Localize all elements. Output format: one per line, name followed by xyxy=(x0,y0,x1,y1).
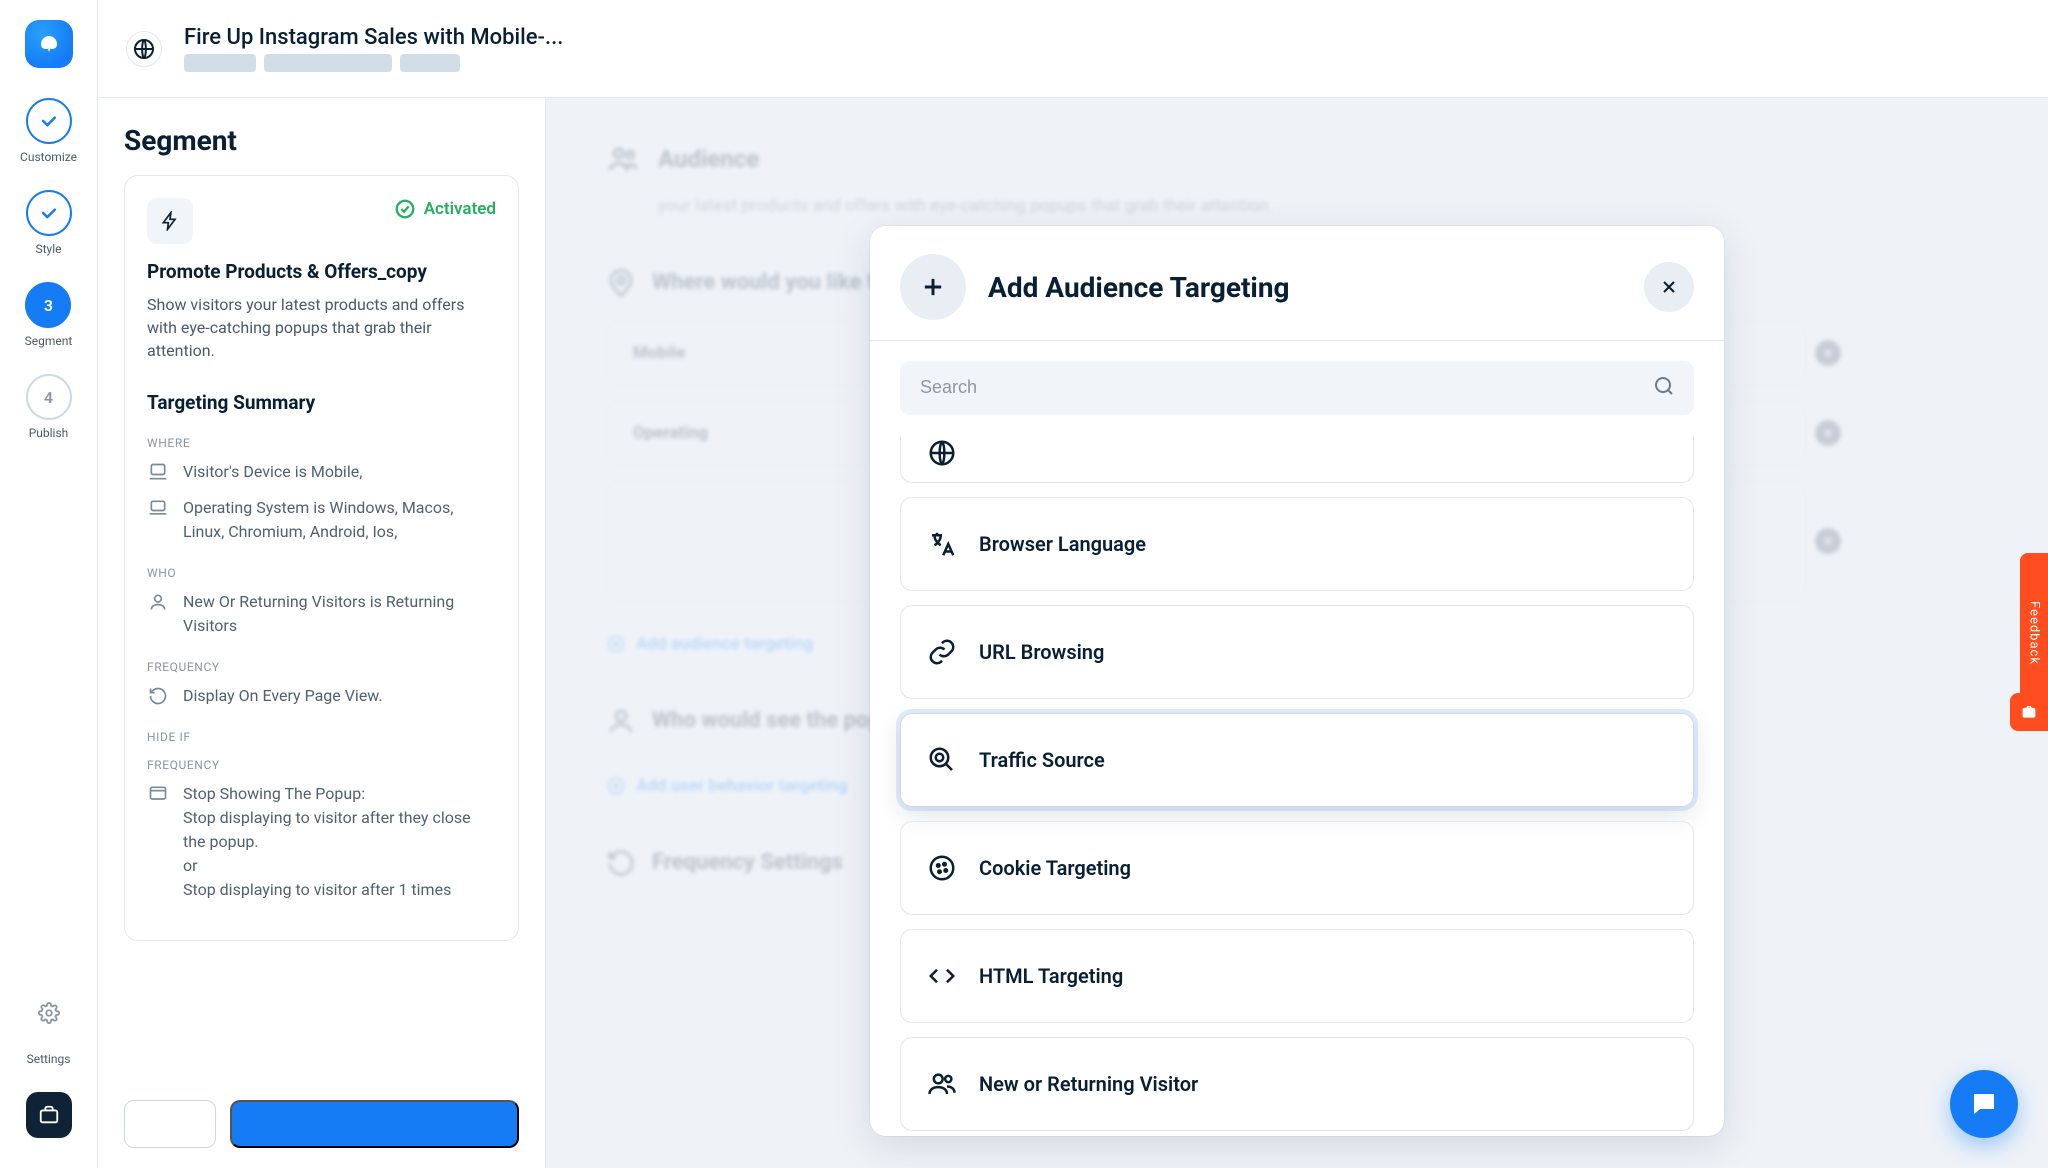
stop-line-2: Stop displaying to visitor after 1 times xyxy=(183,880,451,899)
search-field xyxy=(900,361,1694,415)
option-label: Traffic Source xyxy=(979,748,1105,772)
globe-icon[interactable] xyxy=(126,31,162,67)
rail-step-segment[interactable]: 3 Segment xyxy=(25,282,73,348)
sidebar-heading: Segment xyxy=(124,124,519,157)
language-icon xyxy=(925,527,959,561)
option-label: Cookie Targeting xyxy=(979,856,1131,880)
segment-sidebar: Segment Activated Promote Products & Off… xyxy=(98,98,546,1168)
option-cookie-targeting[interactable]: Cookie Targeting xyxy=(900,821,1694,915)
rail-step-publish[interactable]: 4 Publish xyxy=(26,374,72,440)
add-targeting-modal: Add Audience Targeting xyxy=(870,226,1724,1136)
rail-settings[interactable]: Settings xyxy=(26,990,72,1066)
option-new-returning[interactable]: New or Returning Visitor xyxy=(900,1037,1694,1131)
step-number: 4 xyxy=(26,374,72,420)
stop-line-1: Stop displaying to visitor after they cl… xyxy=(183,808,471,851)
next-button[interactable] xyxy=(230,1100,519,1148)
summary-label-freq2: FREQUENCY xyxy=(147,758,496,772)
summary-label-hide: Hide if xyxy=(147,730,496,744)
search-input[interactable] xyxy=(900,361,1694,415)
option-traffic-source[interactable]: Traffic Source xyxy=(900,713,1694,807)
rail-label: Publish xyxy=(29,426,69,440)
breadcrumb xyxy=(184,54,563,72)
user-icon xyxy=(147,592,169,614)
code-icon xyxy=(925,959,959,993)
bolt-icon xyxy=(147,198,193,244)
app-logo[interactable] xyxy=(25,20,73,68)
summary-label-who: WHO xyxy=(147,566,496,580)
check-icon xyxy=(26,190,72,236)
rail-label: Customize xyxy=(20,150,77,164)
step-number: 3 xyxy=(25,282,71,328)
globe-icon xyxy=(925,436,959,470)
summary-row-stop: Stop Showing The Popup: Stop displaying … xyxy=(147,782,496,902)
device-icon xyxy=(147,462,169,484)
chat-fab[interactable] xyxy=(1950,1070,2018,1138)
rail-label: Settings xyxy=(27,1052,71,1066)
left-rail: Customize Style 3 Segment 4 Publish Sett… xyxy=(0,0,98,1168)
page-title: Fire Up Instagram Sales with Mobile-... xyxy=(184,25,563,50)
users-icon xyxy=(925,1067,959,1101)
option-partial-top[interactable] xyxy=(900,437,1694,483)
popup-icon xyxy=(147,784,169,806)
topbar: Fire Up Instagram Sales with Mobile-... xyxy=(98,0,2048,98)
rail-step-style[interactable]: Style xyxy=(26,190,72,256)
feedback-capture-icon[interactable] xyxy=(2010,693,2048,731)
option-label: URL Browsing xyxy=(979,640,1104,664)
card-description: Show visitors your latest products and o… xyxy=(147,293,496,363)
traffic-icon xyxy=(925,743,959,777)
option-url-browsing[interactable]: URL Browsing xyxy=(900,605,1694,699)
summary-row-os: Operating System is Windows, Macos, Linu… xyxy=(147,496,496,544)
summary-row-display: Display On Every Page View. xyxy=(147,684,496,708)
refresh-icon xyxy=(147,686,169,708)
option-label: Browser Language xyxy=(979,532,1146,556)
laptop-icon xyxy=(147,498,169,520)
cookie-icon xyxy=(925,851,959,885)
summary-title: Targeting Summary xyxy=(147,391,496,414)
segment-card: Activated Promote Products & Offers_copy… xyxy=(124,175,519,941)
modal-title: Add Audience Targeting xyxy=(988,271,1622,304)
feedback-tab[interactable]: Feedback xyxy=(2020,553,2048,713)
canvas-area: Audience your latest products and offers… xyxy=(546,98,2048,1168)
summary-row-visitor: New Or Returning Visitors is Returning V… xyxy=(147,590,496,638)
option-html-targeting[interactable]: HTML Targeting xyxy=(900,929,1694,1023)
close-button[interactable] xyxy=(1644,262,1694,312)
option-browser-language[interactable]: Browser Language xyxy=(900,497,1694,591)
briefcase-icon[interactable] xyxy=(26,1092,72,1138)
rail-step-customize[interactable]: Customize xyxy=(20,98,77,164)
rail-label: Style xyxy=(35,242,61,256)
stop-or: or xyxy=(183,856,198,875)
status-text: Activated xyxy=(424,199,496,219)
summary-row-device: Visitor's Device is Mobile, xyxy=(147,460,496,484)
rail-label: Segment xyxy=(25,334,73,348)
card-title: Promote Products & Offers_copy xyxy=(147,260,496,283)
stop-title: Stop Showing The Popup: xyxy=(183,784,365,803)
option-label: HTML Targeting xyxy=(979,964,1123,988)
summary-label-where: WHERE xyxy=(147,436,496,450)
back-button[interactable] xyxy=(124,1100,216,1148)
sidebar-footer xyxy=(124,1100,519,1148)
link-icon xyxy=(925,635,959,669)
check-icon xyxy=(26,98,72,144)
summary-label-freq: FREQUENCY xyxy=(147,660,496,674)
search-icon xyxy=(1652,374,1676,402)
plus-icon xyxy=(900,254,966,320)
status-badge: Activated xyxy=(394,198,496,220)
option-label: New or Returning Visitor xyxy=(979,1072,1198,1096)
gear-icon xyxy=(26,990,72,1036)
